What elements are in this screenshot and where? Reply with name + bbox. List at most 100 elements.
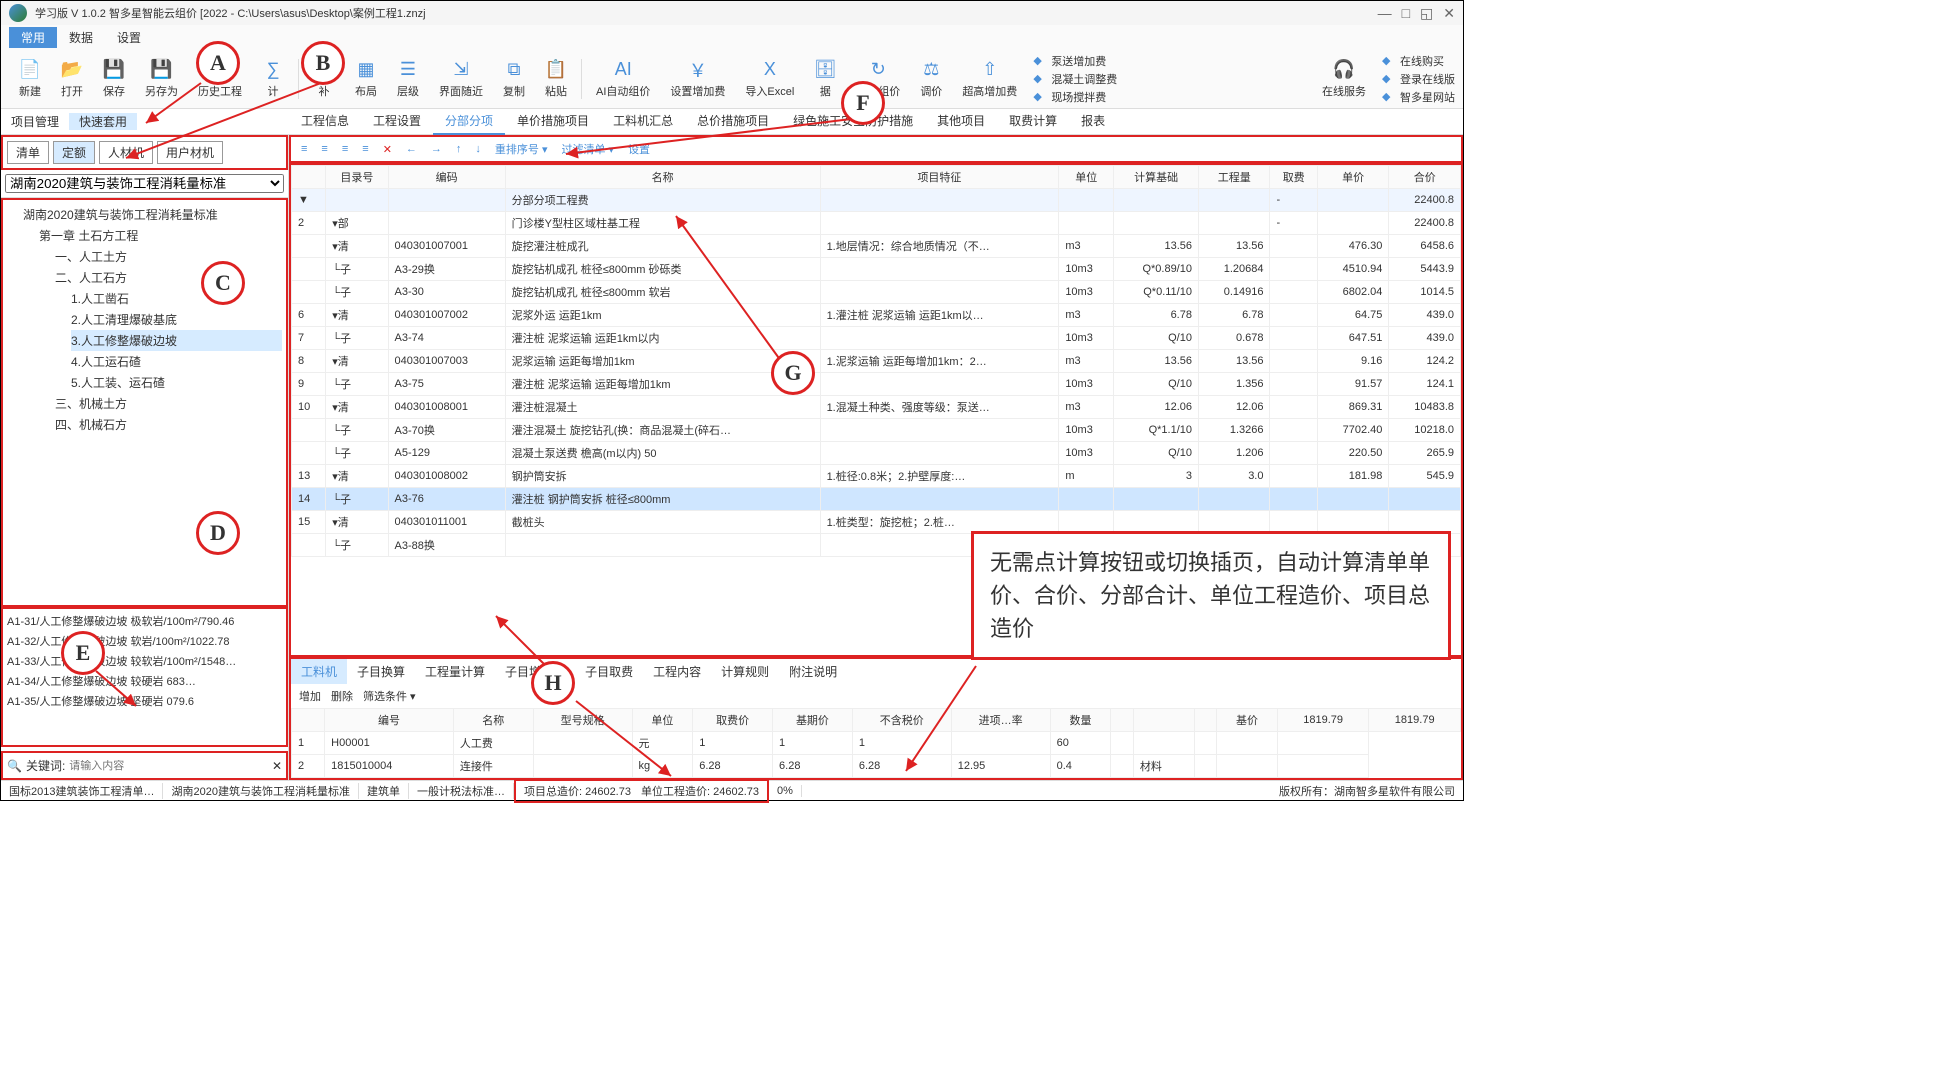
tree-n122[interactable]: 2.人工清理爆破基底 (71, 309, 282, 330)
toggle-material[interactable]: 人材机 (99, 141, 153, 164)
tree-n124[interactable]: 4.人工运石碴 (71, 351, 282, 372)
table-row[interactable]: 6 ▾清040301007002泥浆外运 运距1km1.灌注桩 泥浆运输 运距1… (292, 304, 1461, 327)
status-item[interactable]: 一般计税法标准… (409, 783, 514, 799)
grid-header[interactable]: 单价 (1317, 166, 1389, 189)
grid-header[interactable]: 工程量 (1198, 166, 1270, 189)
toggle-list[interactable]: 清单 (7, 141, 49, 164)
delete-button[interactable]: 删除 (331, 688, 353, 704)
login-online-link[interactable]: ◆登录在线版 (1382, 71, 1455, 87)
status-item[interactable]: 建筑单 (359, 783, 409, 799)
sub-grid[interactable]: 编号名称型号规格单位取费价基期价不含税价进项…率数量基价1819.791819.… (291, 708, 1461, 778)
subgrid-header[interactable]: 数量 (1050, 709, 1111, 732)
menu-tab-settings[interactable]: 设置 (105, 27, 153, 48)
tab-report[interactable]: 报表 (1069, 108, 1117, 135)
subgrid-header[interactable]: 型号规格 (533, 709, 632, 732)
table-row[interactable]: 10 ▾清040301008001灌注桩混凝土1.混凝土种类、强度等级：泵送…m… (292, 396, 1461, 419)
table-row[interactable]: 2▾部 门诊楼Y型柱区域柱基工程-22400.8 (292, 212, 1461, 235)
table-row[interactable]: 7 └子A3-74灌注桩 泥浆运输 运距1km以内10m3Q/100.67864… (292, 327, 1461, 350)
list-item[interactable]: A1-34/人工修整爆破边坡 较硬岩 683… (5, 671, 284, 691)
subgrid-header[interactable]: 1819.79 (1369, 709, 1461, 732)
list-icon[interactable]: ≡ (358, 141, 372, 157)
subgrid-header[interactable] (1194, 709, 1217, 732)
clear-icon[interactable]: ✕ (272, 759, 282, 773)
tab-other[interactable]: 其他项目 (925, 108, 997, 135)
subgrid-header[interactable]: 进项…率 (951, 709, 1050, 732)
menu-tab-common[interactable]: 常用 (9, 27, 57, 48)
ai-button[interactable]: AIAI自动组价 (586, 57, 660, 101)
table-row[interactable]: 9 └子A3-75灌注桩 泥浆运输 运距每增加1km10m3Q/101.3569… (292, 373, 1461, 396)
tab-material[interactable]: 工料机汇总 (601, 108, 685, 135)
quick-apply-tab[interactable]: 快速套用 (69, 113, 137, 130)
arrow-up-icon[interactable]: ↑ (452, 141, 466, 157)
tab-totalmeasure[interactable]: 总价措施项目 (685, 108, 781, 135)
tab-feecalc[interactable]: 取费计算 (997, 108, 1069, 135)
tree-n12[interactable]: 二、人工石方 (55, 267, 282, 288)
online-service-button[interactable]: 🎧在线服务 (1312, 57, 1376, 101)
subgrid-header[interactable]: 基期价 (773, 709, 853, 732)
pump-fee-link[interactable]: ◆泵送增加费 (1033, 53, 1117, 69)
toggle-quota[interactable]: 定额 (53, 141, 95, 164)
btab-fee[interactable]: 子目取费 (575, 659, 643, 684)
keyword-input[interactable] (69, 760, 268, 772)
status-item[interactable]: 湖南2020建筑与装饰工程消耗量标准 (163, 783, 358, 799)
concrete-fee-link[interactable]: ◆混凝土调整费 (1033, 71, 1117, 87)
data-button[interactable]: 🗄据 (804, 57, 846, 101)
subgrid-header[interactable]: 单位 (632, 709, 693, 732)
minimize-icon[interactable]: — (1378, 5, 1392, 22)
addfee-button[interactable]: ￥设置增加费 (660, 57, 735, 101)
filter-button[interactable]: 过滤清单 ▾ (557, 139, 618, 159)
table-row[interactable]: └子A3-29换旋挖钻机成孔 桩径≤800mm 砂砾类10m3Q*0.89/10… (292, 258, 1461, 281)
add-button[interactable]: 增加 (299, 688, 321, 704)
table-row[interactable]: 8 ▾清040301007003泥浆运输 运距每增加1km1.泥浆运输 运距每增… (292, 350, 1461, 373)
subgrid-header[interactable] (1111, 709, 1134, 732)
subgrid-header[interactable]: 取费价 (693, 709, 773, 732)
standard-select[interactable]: 湖南2020建筑与装饰工程消耗量标准 (5, 174, 284, 193)
delete-icon[interactable]: ✕ (379, 141, 396, 158)
grid-header[interactable]: 名称 (505, 166, 820, 189)
layout-button[interactable]: ▦布局 (345, 57, 387, 101)
buy-online-link[interactable]: ◆在线购买 (1382, 53, 1455, 69)
proj-manage-tab[interactable]: 项目管理 (1, 113, 69, 130)
table-row[interactable]: 14 └子A3-76灌注桩 钢护筒安拆 桩径≤800mm (292, 488, 1461, 511)
tree-n11[interactable]: 一、人工土方 (55, 246, 282, 267)
btab-convert[interactable]: 子目换算 (347, 659, 415, 684)
grid-header[interactable]: 取费 (1270, 166, 1317, 189)
list-item[interactable]: A1-32/人工修整爆破边坡 软岩/100m²/1022.78 (5, 631, 284, 651)
saveas-button[interactable]: 💾另存为 (135, 57, 188, 101)
menu-tab-data[interactable]: 数据 (57, 27, 105, 48)
paste-button[interactable]: 📋粘贴 (535, 57, 577, 101)
table-row[interactable]: 21815010004连接件kg6.286.286.2812.950.4材料 (292, 755, 1461, 778)
nearby-button[interactable]: ⇲界面随近 (429, 57, 493, 101)
tree-n125[interactable]: 5.人工装、运石碴 (71, 372, 282, 393)
calc-button[interactable]: ∑计 (252, 57, 294, 101)
indent-right-icon[interactable]: ≡ (317, 141, 331, 157)
subgrid-header[interactable]: 名称 (453, 709, 533, 732)
grid-header[interactable]: 编码 (388, 166, 505, 189)
outdent-icon[interactable]: ≡ (338, 141, 352, 157)
grid-header[interactable]: 目录号 (326, 166, 388, 189)
tree-n14[interactable]: 四、机械石方 (55, 414, 282, 435)
tree-chapter1[interactable]: 第一章 土石方工程 (39, 225, 282, 246)
mix-fee-link[interactable]: ◆现场搅拌费 (1033, 89, 1117, 105)
subgrid-header[interactable] (292, 709, 325, 732)
superhigh-button[interactable]: ⇧超高增加费 (952, 57, 1027, 101)
tree-n121[interactable]: 1.人工凿石 (71, 288, 282, 309)
tree-n13[interactable]: 三、机械土方 (55, 393, 282, 414)
arrow-left-icon[interactable]: ← (402, 141, 421, 157)
btab-qtycalc[interactable]: 工程量计算 (415, 659, 495, 684)
arrow-right-icon[interactable]: → (427, 141, 446, 157)
list-item[interactable]: A1-31/人工修整爆破边坡 极软岩/100m²/790.46 (5, 611, 284, 631)
tab-unitprice[interactable]: 单价措施项目 (505, 108, 601, 135)
grid-header[interactable]: 计算基础 (1114, 166, 1199, 189)
maximize-icon[interactable]: □ (1402, 5, 1410, 22)
arrow-down-icon[interactable]: ↓ (471, 141, 485, 157)
tab-projsettings[interactable]: 工程设置 (361, 108, 433, 135)
subgrid-header[interactable]: 1819.79 (1277, 709, 1369, 732)
btab-material[interactable]: 工料机 (291, 659, 347, 684)
grid-header[interactable]: 单位 (1059, 166, 1114, 189)
list-item[interactable]: A1-33/人工修整爆破边坡 较软岩/100m²/1548… (5, 651, 284, 671)
restore-icon[interactable]: ◱ (1420, 5, 1433, 22)
resort-button[interactable]: 重排序号 ▾ (491, 139, 552, 159)
subgrid-header[interactable]: 不含税价 (852, 709, 951, 732)
website-link[interactable]: ◆智多星网站 (1382, 89, 1455, 105)
